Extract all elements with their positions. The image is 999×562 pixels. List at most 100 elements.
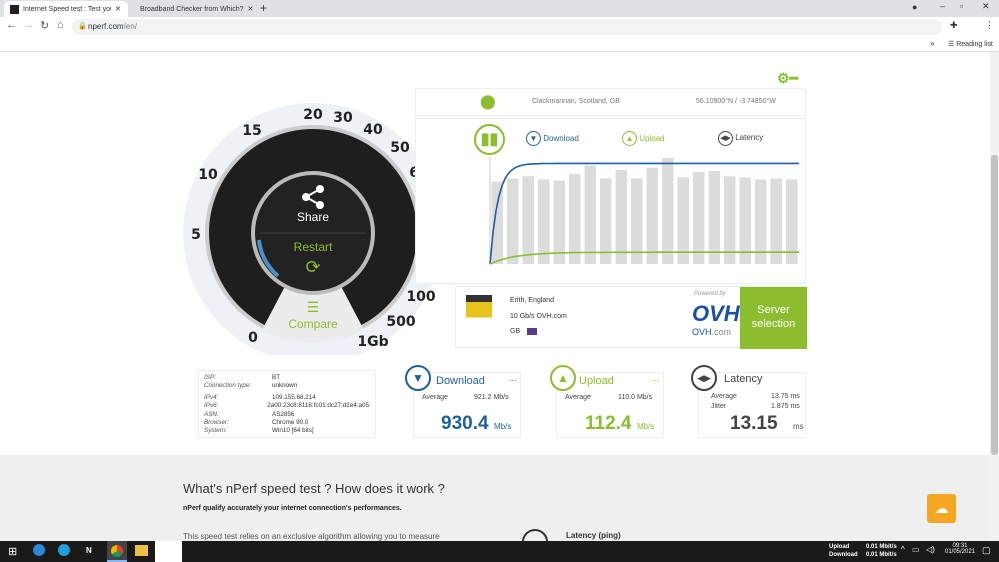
minimize-button[interactable]: – [940, 1, 945, 11]
latency-avg: 13.75 ms [771, 393, 800, 400]
location-panel: ⬤ Clackmannan, Scotland, GB 56.10900°N /… [415, 88, 806, 116]
windows-start-icon[interactable]: ⊞ [8, 545, 17, 558]
close-icon[interactable]: ✕ [248, 5, 254, 13]
share-button[interactable]: Share [297, 210, 329, 224]
chevron-icon[interactable]: » [930, 39, 934, 48]
refresh-icon[interactable]: ⟳ [305, 257, 320, 277]
new-tab-button[interactable]: + [260, 1, 267, 15]
download-icon: ▼ [526, 131, 541, 146]
legend-latency[interactable]: ◀▶ Latency [718, 131, 763, 146]
tick-label: 50 [390, 140, 410, 156]
chart-bar [739, 177, 751, 264]
volume-icon[interactable]: ◁) [926, 545, 935, 554]
compare-icon: ☰ [307, 299, 320, 315]
tick-label: 10 [198, 167, 218, 183]
tab-which[interactable]: Broadband Checker from Which? ✕ [130, 1, 256, 17]
tab-nperf[interactable]: Internet Speed test : Test your br ✕ [4, 1, 128, 17]
info-key: IPv4: [204, 393, 219, 401]
legend-download-label: Download [543, 134, 579, 143]
server-name: 10 Gb/s OVH.com [510, 313, 567, 320]
home-icon[interactable]: ⌂ [57, 19, 64, 31]
download-value: 930.4 [441, 413, 489, 434]
net-upload-value: 0.01 Mbit/s [866, 544, 897, 550]
legend-upload[interactable]: ▲ Upload [622, 131, 665, 146]
info-key: Connection type: [204, 382, 252, 390]
wrench-icon[interactable]: ⚙━ [777, 70, 803, 86]
clock[interactable]: 09:31 01/05/2021 [945, 543, 975, 555]
latency-jitter-label: Jitter [711, 403, 727, 410]
download-more-button[interactable]: ... [509, 373, 517, 383]
server-icon [466, 295, 492, 323]
info-key: ASN: [204, 410, 219, 418]
latency-jitter: 1.875 ms [771, 403, 800, 410]
chart-bar [491, 181, 503, 264]
chart-bar [786, 179, 798, 264]
article-paragraph: This speed test relies on an exclusive a… [183, 532, 440, 541]
chrome-taskbar-button[interactable] [107, 541, 127, 562]
chart-bar [538, 179, 550, 264]
ovh-text: OVH [692, 327, 712, 337]
forward-icon[interactable]: → [23, 19, 34, 31]
scroll-top-button[interactable]: ☁ [927, 494, 956, 523]
net-download-label: Download [829, 552, 858, 558]
url-path: /en/ [123, 22, 137, 31]
notifications-icon[interactable]: ▢ [982, 545, 991, 556]
profile-icon[interactable]: ● [912, 2, 917, 12]
latency-icon: ◀▶ [718, 131, 733, 146]
scrollbar-thumb[interactable] [991, 155, 998, 455]
nperf-favicon [10, 4, 19, 14]
chart-bar [677, 177, 689, 264]
clock-date: 01/05/2021 [945, 549, 976, 555]
legend-download[interactable]: ▼ Download [526, 131, 579, 146]
compare-button[interactable]: Compare [288, 317, 338, 331]
extensions-icon[interactable]: ✚ [950, 20, 958, 31]
latency-unit: ms [793, 422, 804, 431]
reading-list-button[interactable]: ☰ Reading list [948, 40, 993, 48]
tick-label: 500 [386, 314, 415, 330]
article-heading: What's nPerf speed test ? How does it wo… [183, 481, 445, 496]
latency-avg-label: Average [711, 393, 737, 400]
tray-chevron-icon[interactable]: ^ [901, 545, 905, 554]
maximize-button[interactable]: ▫ [960, 1, 963, 11]
location-coords: 56.10900°N / -3.74850°W [696, 98, 776, 105]
tick-label: 20 [303, 107, 323, 123]
info-value: 109.155.68.214 [272, 393, 316, 401]
latency-icon: ◀▶ [691, 365, 717, 391]
back-icon[interactable]: ← [6, 19, 17, 31]
nperf-app-icon[interactable]: N [86, 546, 92, 555]
chart-icon[interactable]: ▮▮ [474, 124, 505, 155]
close-icon[interactable]: ✕ [115, 5, 121, 13]
server-panel: Erith, England 10 Gb/s OVH.com GB Powere… [455, 286, 807, 349]
address-bar[interactable]: 🔒 nperf.com/en/ [72, 19, 942, 35]
cortana-icon[interactable] [33, 544, 45, 556]
legend-latency-label: Latency [735, 133, 764, 142]
chart-bar [755, 179, 767, 264]
latency-value: 13.15 [730, 413, 778, 434]
reload-icon[interactable]: ↻ [40, 19, 49, 32]
ovh-wordmark: OVH.com [692, 327, 731, 337]
network-icon[interactable]: ▭ [912, 545, 920, 554]
window-close-button[interactable]: ✕ [982, 1, 990, 12]
info-value: AS2856 [272, 410, 295, 418]
chart-panel: ▮▮ ▼ Download ▲ Upload ◀▶ Latency [415, 118, 806, 284]
server-country: GB [510, 328, 521, 335]
info-row: ASN: AS2856 [204, 411, 370, 419]
menu-icon[interactable]: ⋮ [985, 20, 994, 31]
upload-more-button[interactable]: ... [652, 373, 660, 383]
download-title: Download [436, 375, 485, 387]
latency-title: Latency [724, 373, 763, 385]
tick-label: 5 [191, 227, 201, 243]
upload-avg: 110.0 Mb/s [618, 394, 653, 401]
tick-label: 0 [248, 330, 258, 346]
info-key: System: [204, 427, 227, 435]
speed-chart [489, 157, 799, 265]
edge-icon[interactable] [58, 544, 70, 556]
restart-button[interactable]: Restart [294, 240, 333, 254]
server-selection-button[interactable]: Server selection [740, 287, 807, 349]
taskbar-app-button[interactable] [155, 541, 182, 562]
reading-list-label: Reading list [956, 41, 993, 48]
ovh-logo: OVH [692, 301, 740, 326]
file-explorer-icon[interactable] [135, 545, 148, 556]
tick-label: 1Gb [357, 334, 388, 350]
info-value: Win10 [64 bits] [272, 427, 314, 435]
